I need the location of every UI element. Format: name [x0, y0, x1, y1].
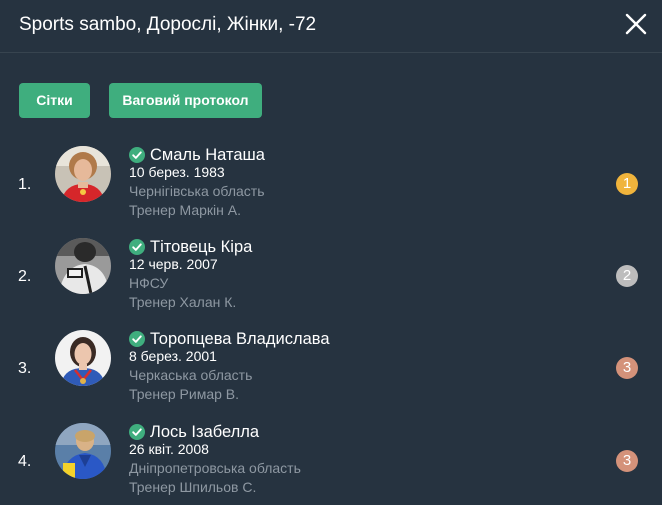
check-circle-icon: [129, 331, 145, 347]
check-circle-icon: [129, 239, 145, 255]
place-number: 4.: [18, 453, 32, 470]
medal-badge: 1: [616, 173, 638, 195]
athlete-avatar[interactable]: [55, 423, 111, 479]
weight-protocol-button[interactable]: Ваговий протокол: [109, 83, 262, 118]
result-row: 2. Тітовець Кіра 12 черв. 2007 НФСУ Трен…: [0, 238, 662, 324]
check-circle-icon: [129, 424, 145, 440]
athlete-avatar[interactable]: [55, 238, 111, 294]
place-number: 1.: [18, 176, 32, 193]
place-number: 2.: [18, 268, 32, 285]
results-modal: Sports sambo, Дорослі, Жінки, -72 Сітки …: [0, 0, 662, 505]
athlete-name[interactable]: Смаль Наташа: [150, 145, 265, 165]
grids-button[interactable]: Сітки: [19, 83, 90, 118]
athlete-coach: Тренер Маркін А.: [129, 202, 242, 218]
result-row: 3. Торопцева Владислава 8 берез. 2001 Че…: [0, 330, 662, 416]
medal-badge: 3: [616, 357, 638, 379]
athlete-name[interactable]: Лось Ізабелла: [150, 422, 259, 442]
athlete-birthdate: 8 берез. 2001: [129, 348, 217, 364]
athlete-region: НФСУ: [129, 275, 169, 291]
athlete-coach: Тренер Шпильов С.: [129, 479, 257, 495]
athlete-birthdate: 26 квіт. 2008: [129, 441, 209, 457]
medal-badge: 3: [616, 450, 638, 472]
place-number: 3.: [18, 360, 32, 377]
result-row: 1. Смаль Наташа 10 берез. 1983 Чернігівс…: [0, 146, 662, 232]
athlete-region: Дніпропетровська область: [129, 460, 301, 476]
medal-badge: 2: [616, 265, 638, 287]
athlete-region: Чернігівська область: [129, 183, 265, 199]
athlete-name[interactable]: Торопцева Владислава: [150, 329, 330, 349]
check-circle-icon: [129, 147, 145, 163]
close-icon[interactable]: [624, 12, 648, 36]
athlete-birthdate: 10 берез. 1983: [129, 164, 225, 180]
athlete-coach: Тренер Римар В.: [129, 386, 240, 402]
athlete-coach: Тренер Халан К.: [129, 294, 237, 310]
modal-title: Sports sambo, Дорослі, Жінки, -72: [19, 14, 317, 35]
athlete-region: Черкаська область: [129, 367, 253, 383]
modal-header: Sports sambo, Дорослі, Жінки, -72: [0, 0, 662, 53]
athlete-name[interactable]: Тітовець Кіра: [150, 237, 252, 257]
athlete-birthdate: 12 черв. 2007: [129, 256, 218, 272]
result-row: 4. Лось Ізабелла 26 квіт. 2008 Дніпропет…: [0, 423, 662, 505]
athlete-avatar[interactable]: [55, 146, 111, 202]
athlete-avatar[interactable]: [55, 330, 111, 386]
